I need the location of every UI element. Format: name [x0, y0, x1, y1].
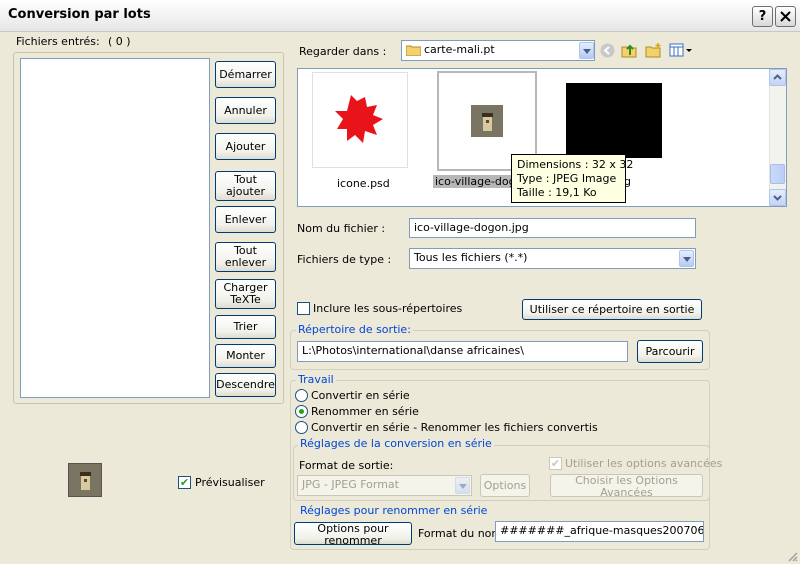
tooltip-size: Taille : 19,1 Ko	[517, 186, 597, 199]
rename-legend: Réglages pour renommer en série	[298, 504, 490, 517]
cancel-button[interactable]: Annuler	[215, 97, 276, 124]
thumbnail-icone[interactable]	[312, 72, 408, 168]
radio-convert-label: Convertir en série	[311, 389, 410, 402]
work-legend: Travail	[296, 373, 336, 386]
close-icon	[780, 11, 791, 22]
help-button[interactable]: ?	[752, 6, 773, 27]
radio-convert[interactable]	[295, 389, 308, 402]
new-folder-icon[interactable]	[645, 42, 662, 58]
view-menu-icon[interactable]	[669, 42, 693, 58]
add-all-line2: ajouter	[225, 185, 266, 198]
tooltip-dimensions: Dimensions : 32 x 32	[517, 158, 634, 171]
black-image	[566, 83, 662, 158]
size-grip-icon[interactable]	[786, 550, 798, 562]
advanced-options-button[interactable]: Choisir les Options Avancées	[550, 474, 703, 499]
chevron-up-icon	[773, 74, 782, 80]
look-in-dropdown-button[interactable]	[579, 42, 594, 59]
tooltip-type: Type : JPEG Image	[517, 172, 617, 185]
radio-convert-rename[interactable]	[295, 421, 308, 434]
radio-convert-rename-label: Convertir en série - Renommer les fichie…	[311, 421, 598, 434]
load-text-button[interactable]: Charger TeXTe	[215, 279, 276, 309]
remove-button[interactable]: Enlever	[215, 206, 276, 233]
conversion-legend: Réglages de la conversion en série	[298, 437, 494, 450]
file-type-select[interactable]: Tous les fichiers (*.*)	[409, 248, 696, 269]
advanced-options-label: Utiliser les options avancées	[565, 457, 723, 470]
radio-rename-label: Renommer en série	[311, 405, 419, 418]
scroll-thumb[interactable]	[770, 164, 785, 184]
thumbnail-village-dogon-label: ico-village-dogo	[433, 175, 513, 188]
output-dir-input[interactable]: L:\Photos\international\danse africaines…	[297, 341, 628, 362]
advanced-options-checkbox[interactable]: ✔	[549, 457, 562, 470]
include-subdirs-checkbox[interactable]	[297, 302, 310, 315]
radio-rename[interactable]	[295, 405, 308, 418]
name-format-label: Format du nom:	[418, 527, 506, 540]
file-type-dropdown-button[interactable]	[679, 250, 694, 267]
format-options-button[interactable]: Options	[480, 474, 530, 497]
file-name-label: Nom du fichier :	[297, 222, 386, 235]
name-format-input[interactable]: #######_afrique-masques20070621	[495, 521, 704, 542]
browse-button[interactable]: Parcourir	[637, 340, 703, 363]
thumbnail-scrollbar[interactable]	[769, 69, 786, 206]
output-format-dropdown-button[interactable]	[455, 477, 470, 494]
add-all-button[interactable]: Tout ajouter	[215, 171, 276, 201]
rename-options-button[interactable]: Options pour renommer	[294, 522, 412, 547]
look-in-combo[interactable]: carte-mali.pt	[401, 40, 595, 61]
start-button[interactable]: Démarrer	[215, 61, 276, 88]
thumbnail-icone-label: icone.psd	[337, 177, 390, 190]
sort-button[interactable]: Trier	[215, 315, 276, 339]
village-image-icon	[471, 105, 503, 137]
scroll-down-button[interactable]	[769, 189, 786, 206]
scroll-up-button[interactable]	[769, 69, 786, 86]
file-tooltip: Dimensions : 32 x 32 Type : JPEG Image T…	[511, 154, 634, 203]
output-format-select[interactable]: JPG - JPEG Format	[297, 475, 472, 496]
close-button[interactable]	[775, 6, 796, 27]
output-format-label: Format de sortie:	[299, 459, 394, 472]
folder-icon	[406, 45, 421, 56]
chevron-down-icon	[773, 195, 782, 201]
folder-name: carte-mali.pt	[424, 43, 495, 56]
preview-label: Prévisualiser	[195, 476, 265, 489]
move-up-button[interactable]: Monter	[215, 344, 276, 368]
output-dir-legend: Répertoire de sortie:	[296, 323, 413, 336]
input-files-list[interactable]	[20, 58, 210, 398]
input-files-count: ( 0 )	[108, 35, 131, 48]
load-text-line2: TeXTe	[230, 293, 261, 306]
file-name-input[interactable]: ico-village-dogon.jpg	[409, 218, 696, 238]
preview-checkbox[interactable]: ✔	[178, 476, 191, 489]
move-down-button[interactable]: Descendre	[215, 373, 276, 397]
window-title: Conversion par lots	[8, 7, 151, 22]
include-subdirs-label: Inclure les sous-répertoires	[313, 302, 463, 315]
remove-all-line2: enlever	[224, 256, 267, 269]
remove-all-button[interactable]: Tout enlever	[215, 242, 276, 272]
add-button[interactable]: Ajouter	[215, 133, 276, 160]
puzzle-image-icon	[335, 95, 383, 143]
file-type-label: Fichiers de type :	[297, 253, 392, 266]
use-as-output-button[interactable]: Utiliser ce répertoire en sortie	[522, 299, 702, 320]
back-icon[interactable]	[600, 43, 615, 58]
village-image-icon	[69, 464, 101, 496]
look-in-label: Regarder dans :	[299, 45, 387, 58]
up-folder-icon[interactable]	[621, 42, 637, 58]
input-files-label: Fichiers entrés:	[16, 35, 100, 48]
preview-thumbnail	[68, 463, 102, 497]
